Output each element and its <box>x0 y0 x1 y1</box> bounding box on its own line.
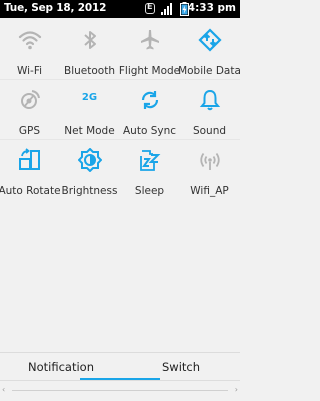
bottom-tabs: Notification Switch <box>0 352 240 381</box>
network-type-label: E <box>147 2 153 11</box>
tab-switch[interactable]: Switch <box>162 353 200 381</box>
toggle-wifi-ap[interactable]: Wifi_AP <box>180 140 239 199</box>
toggle-auto-rotate[interactable]: Auto Rotate <box>0 140 61 199</box>
status-bar: Tue, Sep 18, 2012 E 4:33 pm <box>0 0 240 18</box>
wifi-ap-icon <box>198 148 222 172</box>
toggle-label: Mobile Data <box>178 65 241 77</box>
bell-icon <box>198 88 222 112</box>
rotate-icon <box>18 148 42 172</box>
toggle-flight-mode[interactable]: Flight Mode <box>119 20 180 79</box>
status-date: Tue, Sep 18, 2012 <box>4 2 107 14</box>
bluetooth-icon <box>78 28 102 52</box>
tab-notification[interactable]: Notification <box>28 353 94 381</box>
toggle-sleep[interactable]: Sleep <box>120 140 179 199</box>
airplane-icon <box>138 28 162 52</box>
toggle-row-1: Wi-Fi Bluetooth Flight Mode Mobile Data <box>0 20 241 79</box>
net-mode-icon: 2G <box>81 92 98 103</box>
wifi-icon <box>18 28 42 52</box>
left-arrow-icon: ‹ <box>2 385 6 394</box>
toggle-row-2: GPS 2G Net Mode Auto Sync Sound <box>0 80 240 139</box>
sleep-icon <box>138 148 162 172</box>
toggle-gps[interactable]: GPS <box>0 80 59 139</box>
toggle-label: Sound <box>192 125 227 137</box>
toggle-row-3: Auto Rotate Brightness Sleep Wifi_AP <box>0 140 240 199</box>
toggle-mobile-data[interactable]: Mobile Data <box>178 20 241 79</box>
network-type-icon: E <box>145 2 155 14</box>
gps-icon <box>18 88 42 112</box>
signal-strength-icon <box>161 3 172 15</box>
drag-handle-bar[interactable]: ‹ › <box>0 380 240 401</box>
toggle-brightness[interactable]: Brightness <box>60 140 119 199</box>
right-arrow-icon: › <box>234 385 238 394</box>
toggle-wifi[interactable]: Wi-Fi <box>0 20 59 79</box>
toggle-auto-sync[interactable]: Auto Sync <box>120 80 179 139</box>
toggle-sound[interactable]: Sound <box>180 80 239 139</box>
toggle-label: Wifi_AP <box>190 185 229 197</box>
sync-icon <box>138 88 162 112</box>
mobile-data-icon <box>197 28 222 52</box>
drag-handle-line <box>12 390 228 391</box>
brightness-icon <box>77 148 102 172</box>
quick-settings-grid: Wi-Fi Bluetooth Flight Mode Mobile Data … <box>0 20 241 199</box>
toggle-bluetooth[interactable]: Bluetooth <box>60 20 119 79</box>
status-time: 4:33 pm <box>187 2 236 14</box>
toggle-net-mode[interactable]: 2G Net Mode <box>60 80 119 139</box>
